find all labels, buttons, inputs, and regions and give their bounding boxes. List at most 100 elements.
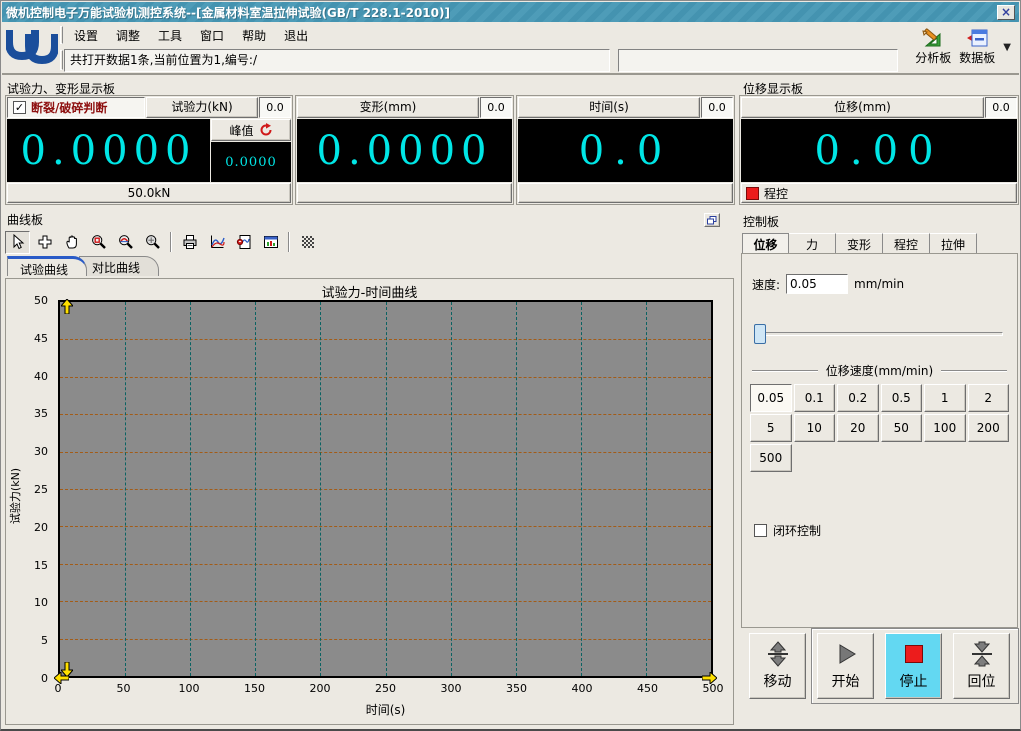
x-tick-100: 100	[178, 682, 200, 695]
curve-tab-0[interactable]: 试验曲线	[7, 256, 88, 277]
x-axis-label: 时间(s)	[365, 703, 406, 717]
print-button[interactable]	[177, 230, 202, 254]
force-display-panel: 试验力、变形显示板 ✓ 断裂/破碎判断 试验力(kN) 0.0 0.0000 峰…	[3, 79, 736, 209]
displacement-aux-value: 0.0	[985, 97, 1017, 118]
speed-preset-0.1[interactable]: 0.1	[793, 384, 835, 412]
menu-bar: 设置 调整 工具 窗口 帮助 退出	[66, 24, 316, 46]
toolbar-overflow-arrow-icon[interactable]: ▼	[1003, 42, 1011, 53]
zoom-out-tool[interactable]	[140, 230, 165, 254]
force-range-label: 50.0kN	[7, 183, 291, 203]
peak-reset-button[interactable]: 峰值	[211, 119, 291, 141]
toolbar-grip	[60, 26, 63, 44]
closed-loop-checkbox[interactable]	[754, 524, 767, 537]
gridline-v-150	[255, 302, 257, 676]
speed-group-header: 位移速度(mm/min)	[752, 362, 1008, 379]
stop-label: 停止	[899, 674, 928, 690]
speed-preset-grid: 0.05 0.1 0.2 0.5 1 2 5 10 20 50 100 200 500	[750, 384, 1009, 472]
window-title: 微机控制电子万能试验机测控系统--[金属材料室温拉伸试验(GB/T 228.1-…	[6, 5, 450, 20]
speed-preset-200[interactable]: 200	[967, 414, 1009, 442]
move-label: 移动	[763, 674, 792, 690]
speed-unit: mm/min	[854, 277, 905, 291]
menu-item-5[interactable]: 退出	[276, 25, 316, 46]
zoom-area-tool[interactable]	[86, 230, 111, 254]
time-header-button[interactable]: 时间(s)	[518, 97, 700, 118]
speed-preset-500[interactable]: 500	[750, 444, 792, 472]
force-header-button[interactable]: 试验力(kN)	[146, 97, 258, 118]
report-button[interactable]	[231, 230, 256, 254]
break-detect-label: 断裂/破碎判断	[31, 101, 108, 115]
speed-slider[interactable]	[754, 324, 1003, 344]
slider-thumb[interactable]	[754, 324, 766, 344]
curve-options-button[interactable]	[204, 230, 229, 254]
menu-item-0[interactable]: 设置	[66, 25, 106, 46]
slider-track[interactable]	[754, 332, 1003, 336]
gridline-v-50	[125, 302, 127, 676]
stop-icon	[904, 645, 923, 663]
analysis-board-icon	[922, 28, 941, 47]
close-button[interactable]: ×	[997, 4, 1015, 20]
y-tick-35: 35	[34, 407, 48, 421]
group-line	[941, 370, 1008, 371]
pan-tool[interactable]	[59, 230, 84, 254]
axis-top-handle-icon[interactable]	[61, 299, 73, 314]
home-label: 回位	[967, 674, 996, 690]
force-lcd-value: 0.0000	[7, 119, 210, 182]
zoom-curve-tool[interactable]	[113, 230, 138, 254]
time-aux-value: 0.0	[701, 97, 733, 118]
speed-preset-0.05[interactable]: 0.05	[750, 384, 792, 412]
data-board-button[interactable]: 数据板	[959, 28, 995, 66]
plot-area[interactable]	[54, 299, 717, 684]
right-toolbar: 分析板 数据板 ▼	[915, 28, 1011, 66]
cursor-tool[interactable]	[5, 230, 30, 254]
action-buttons: 移动 开始 停止 回位	[741, 628, 1019, 706]
speed-preset-0.2[interactable]: 0.2	[837, 384, 879, 412]
menu-item-3[interactable]: 窗口	[192, 25, 232, 46]
speed-preset-100[interactable]: 100	[924, 414, 966, 442]
texture-button[interactable]	[295, 230, 320, 254]
x-axis-ticks: 0 50 100 150 200 250 300 350 400 450 500	[55, 682, 724, 696]
menu-item-1[interactable]: 调整	[108, 25, 148, 46]
x-tick-400: 400	[571, 682, 593, 695]
home-icon	[971, 641, 992, 667]
deform-footer	[297, 183, 512, 203]
x-tick-50: 50	[116, 682, 131, 695]
speed-preset-10[interactable]: 10	[793, 414, 835, 442]
closed-loop-option[interactable]: 闭环控制	[754, 522, 821, 539]
break-detect-option[interactable]: ✓ 断裂/破碎判断	[7, 97, 145, 118]
closed-loop-label: 闭环控制	[773, 524, 822, 538]
y-axis-ticks: 0 5 10 15 20 25 30 35 40 45 50	[6, 294, 54, 685]
displacement-header-button[interactable]: 位移(mm)	[741, 97, 984, 118]
analysis-board-button[interactable]: 分析板	[915, 28, 951, 66]
force-aux-value: 0.0	[259, 97, 291, 118]
x-tick-450: 450	[637, 682, 658, 695]
speed-group-title: 位移速度(mm/min)	[825, 364, 934, 378]
speed-preset-2[interactable]: 2	[967, 384, 1009, 412]
speed-preset-50[interactable]: 50	[880, 414, 922, 442]
start-button[interactable]: 开始	[817, 633, 874, 699]
menu-item-2[interactable]: 工具	[150, 25, 190, 46]
stop-button[interactable]: 停止	[885, 633, 942, 699]
move-button[interactable]: 移动	[749, 633, 806, 699]
speed-preset-20[interactable]: 20	[837, 414, 879, 442]
menu-item-4[interactable]: 帮助	[234, 25, 274, 46]
control-panel-title: 控制板	[743, 215, 780, 229]
speed-preset-1[interactable]: 1	[924, 384, 966, 412]
break-detect-checkbox[interactable]: ✓	[13, 101, 26, 114]
home-button[interactable]: 回位	[953, 633, 1010, 699]
analysis-board-label: 分析板	[915, 51, 952, 65]
move-icon	[767, 641, 788, 667]
speed-preset-5[interactable]: 5	[750, 414, 792, 442]
speed-input[interactable]: 0.05	[786, 274, 849, 294]
crosshair-tool[interactable]	[32, 230, 57, 254]
speed-preset-0.5[interactable]: 0.5	[880, 384, 922, 412]
curve-tab-1[interactable]: 对比曲线	[79, 256, 160, 276]
restore-panel-button[interactable]	[704, 213, 720, 227]
program-control-indicator-icon	[746, 186, 759, 200]
deform-header-button[interactable]: 变形(mm)	[297, 97, 479, 118]
gridline-v-350	[515, 302, 517, 676]
restore-window-icon	[707, 215, 717, 224]
gridline-v-200	[320, 302, 322, 676]
y-tick-45: 45	[34, 331, 48, 345]
data-window-button[interactable]	[258, 230, 283, 254]
peak-lcd-value: 0.0000	[211, 142, 291, 182]
